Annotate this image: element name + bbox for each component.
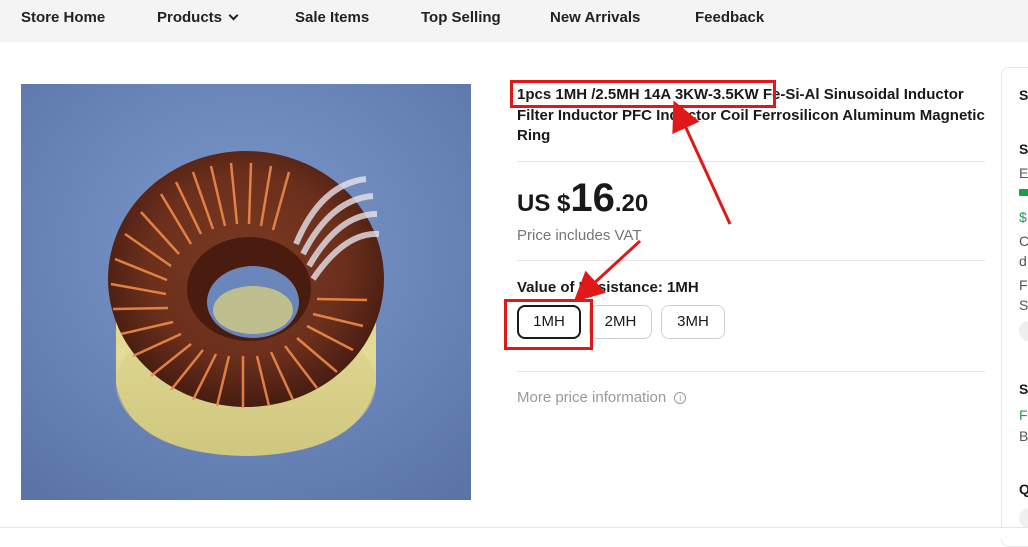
nav-products-label: Products: [157, 9, 223, 26]
more-price-info-link[interactable]: More price information i: [517, 389, 687, 406]
side-panel-line: Sh: [1019, 87, 1028, 103]
quantity-stepper[interactable]: [1019, 508, 1028, 528]
side-panel-line: Sh: [1019, 141, 1028, 157]
shipping-side-panel: Sh Sh Es $ C d Fr St Se Fr B Q: [1001, 67, 1028, 547]
variant-option-1mh[interactable]: 1MH: [517, 305, 581, 339]
nav-feedback[interactable]: Feedback: [695, 9, 764, 27]
title-divider: [517, 161, 985, 162]
chevron-down-icon: [228, 10, 239, 21]
store-nav-bar: Store Home Products Sale Items Top Selli…: [0, 0, 1028, 42]
side-panel-line: Fr: [1019, 407, 1028, 423]
side-panel-line: d: [1019, 253, 1027, 269]
price-decimal: .20: [614, 190, 649, 217]
side-panel-line: Se: [1019, 381, 1028, 397]
product-main-image[interactable]: [21, 84, 471, 500]
more-price-info-label: More price information: [517, 389, 667, 406]
variant-label: Value of Resistance: 1MH: [517, 279, 699, 296]
side-panel-line: Fr: [1019, 277, 1028, 293]
nav-top-selling[interactable]: Top Selling: [421, 9, 501, 27]
variant-option-3mh[interactable]: 3MH: [661, 305, 725, 339]
side-panel-line: B: [1019, 428, 1028, 444]
nav-new-arrivals[interactable]: New Arrivals: [550, 9, 640, 27]
variant-divider: [517, 371, 985, 372]
side-panel-line: St: [1019, 297, 1028, 313]
info-icon: i: [674, 392, 687, 404]
nav-store-home[interactable]: Store Home: [21, 9, 105, 27]
toroid-coil-illustration: [21, 84, 471, 500]
nav-products[interactable]: Products: [157, 9, 239, 27]
side-panel-line: Q: [1019, 481, 1028, 497]
truck-icon: [1019, 189, 1028, 196]
product-price: US $16.20: [517, 176, 648, 221]
vat-note: Price includes VAT: [517, 227, 642, 244]
side-panel-line: Es: [1019, 165, 1028, 181]
price-currency: US $: [517, 190, 571, 217]
nav-sale-items[interactable]: Sale Items: [295, 9, 369, 27]
price-divider: [517, 260, 985, 261]
product-title: 1pcs 1MH /2.5MH 14A 3KW-3.5KW Fe-Si-Al S…: [517, 86, 985, 144]
bottom-strip: [0, 527, 1028, 538]
price-integer: 16: [570, 176, 615, 220]
side-panel-line: $: [1019, 209, 1027, 225]
store-badge-icon: [1019, 321, 1028, 341]
side-panel-line: C: [1019, 233, 1028, 249]
variant-option-2mh[interactable]: 2MH: [589, 305, 652, 339]
